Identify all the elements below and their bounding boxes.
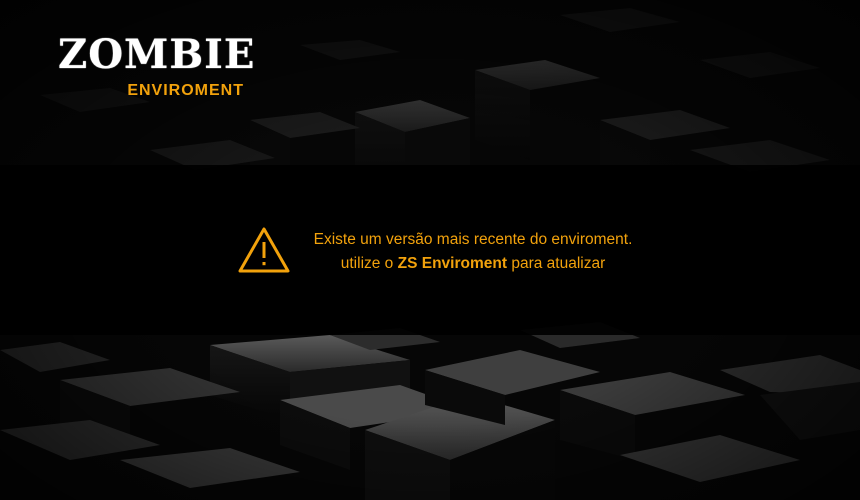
notice-line-1: Existe um versão mais recente do envirom… [313,231,633,248]
notice-line-2-suffix: para atualizar [511,255,606,272]
warning-triangle-icon [238,227,290,273]
notice-message: Existe um versão mais recente do envirom… [303,228,643,276]
notice-line-2: utilize o ZS Enviroment para atualizar [303,252,643,276]
logo-subtitle: ENVIROMENT [127,82,244,99]
brand-logo: ZOMBIE ENVIROMENT [58,32,254,102]
notice-line-2-prefix: utilize o [340,255,394,272]
app-window: ZOMBIE ENVIROMENT Existe um versão mais … [0,0,860,500]
update-notice: Existe um versão mais recente do envirom… [237,226,657,276]
logo-title: ZOMBIE [58,31,256,78]
notice-product-name: ZS Enviroment [397,255,508,272]
